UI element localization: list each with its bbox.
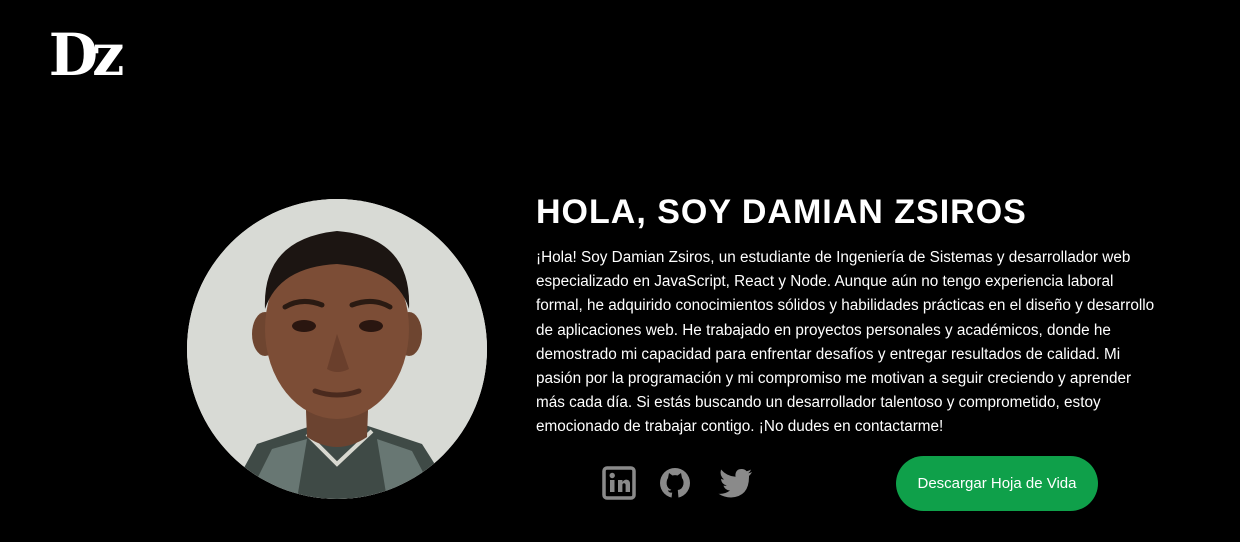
logo[interactable]: Dz [49,26,125,84]
profile-photo-illustration [187,199,487,499]
profile-photo [187,199,487,499]
social-links [602,466,754,500]
bio-text: ¡Hola! Soy Damian Zsiros, un estudiante … [536,249,1155,436]
github-icon[interactable] [658,466,692,500]
linkedin-icon[interactable] [602,466,636,500]
page-title: HOLA, SOY DAMIAN ZSIROS [536,193,1027,231]
download-cv-button[interactable]: Descargar Hoja de Vida [896,456,1098,511]
twitter-icon[interactable] [714,466,754,500]
page: Dz HOLA, SOY DAMIAN ZSIROS ¡Hola! Soy Da… [0,0,1240,542]
